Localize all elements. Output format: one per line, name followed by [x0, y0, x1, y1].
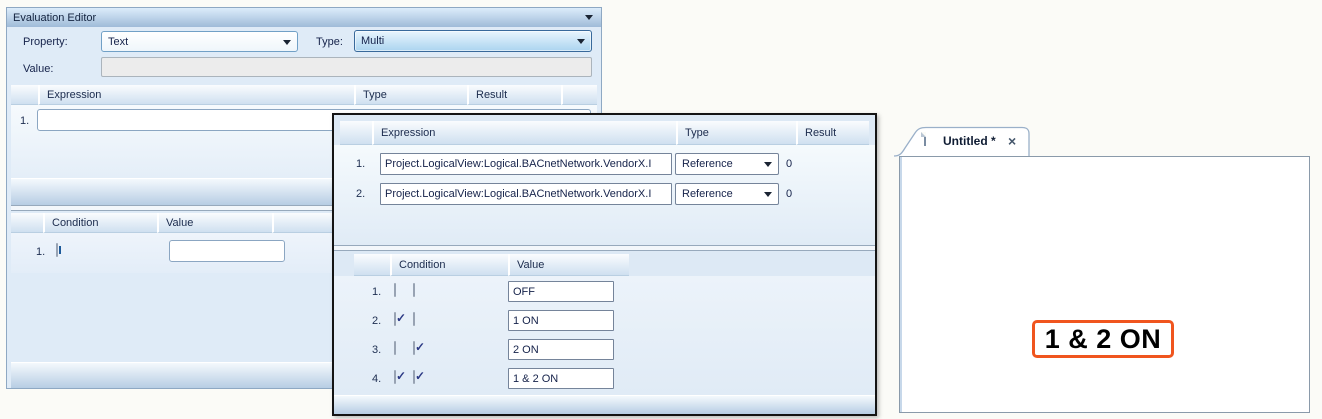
condition-checkbox-1[interactable] [394, 341, 396, 355]
condition-row: 4. [334, 367, 875, 391]
result-value: 0 [786, 188, 792, 200]
chevron-down-icon [283, 40, 291, 45]
row-number: 3. [372, 344, 381, 356]
row-number: 2. [356, 188, 365, 200]
chevron-down-icon [764, 192, 772, 197]
condition-checkbox-2[interactable] [413, 312, 415, 326]
row-number: 1. [372, 286, 381, 298]
type-label: Type: [316, 36, 343, 48]
condition-checkbox-2[interactable] [413, 283, 415, 297]
popup-condition-header: Condition Value [340, 254, 869, 276]
row-selector-header [11, 213, 43, 233]
row-number: 1. [36, 246, 45, 258]
row-number: 2. [372, 315, 381, 327]
row-selector-header [354, 254, 390, 276]
condition-checkbox-1[interactable] [394, 370, 396, 384]
condition-checkbox-1[interactable] [394, 283, 396, 297]
type-column-header[interactable]: Type [676, 121, 796, 145]
value-column-header[interactable]: Value [508, 254, 629, 276]
condition-row: 3. [334, 338, 875, 362]
evaluation-popup: Expression Type Result 1. Reference 0 2.… [332, 113, 877, 416]
result-column-header[interactable]: Result [467, 85, 561, 105]
condition-value-input[interactable] [508, 339, 614, 360]
canvas-left-edge [900, 157, 902, 412]
value-column-header[interactable]: Value [157, 213, 272, 233]
expression-input[interactable] [380, 153, 672, 175]
expression-type-value: Reference [682, 158, 733, 170]
row-selector-header [11, 85, 38, 105]
condition-checkbox[interactable] [56, 243, 58, 257]
result-column-header[interactable]: Result [796, 121, 869, 145]
value-label: Value: [23, 63, 53, 75]
type-select[interactable]: Multi [354, 30, 592, 52]
condition-checkbox-1[interactable] [394, 312, 396, 326]
expression-column-header[interactable]: Expression [38, 85, 354, 105]
document-tab[interactable]: Untitled * × [893, 126, 1035, 156]
condition-value-input[interactable] [508, 368, 614, 389]
design-canvas[interactable]: 1 & 2 ON [899, 156, 1310, 413]
property-select[interactable]: Text [101, 31, 298, 52]
multistate-label[interactable]: 1 & 2 ON [1032, 320, 1174, 358]
chevron-down-icon [577, 39, 585, 44]
expression-type-select[interactable]: Reference [675, 153, 779, 175]
tab-title: Untitled * [943, 134, 996, 148]
condition-checkbox-2[interactable] [413, 341, 415, 355]
popup-expression-header: Expression Type Result [340, 121, 869, 145]
popup-expression-body: 1. Reference 0 2. Reference 0 [334, 145, 875, 245]
splitter[interactable] [334, 245, 875, 251]
condition-column-header[interactable]: Condition [43, 213, 157, 233]
condition-column-header[interactable]: Condition [390, 254, 508, 276]
value-input[interactable] [101, 57, 592, 77]
condition-row: 2. [334, 309, 875, 333]
row-number: 4. [372, 373, 381, 385]
close-icon[interactable]: × [1008, 134, 1016, 148]
condition-value-input[interactable] [169, 240, 285, 262]
type-select-value: Multi [361, 35, 384, 47]
panel-menu-icon[interactable] [585, 15, 593, 20]
expression-table-header: Expression Type Result [11, 85, 597, 105]
chevron-down-icon [764, 162, 772, 167]
property-label: Property: [23, 36, 68, 48]
expression-type-select[interactable]: Reference [675, 183, 779, 205]
row-number: 1. [20, 115, 29, 127]
expression-input[interactable] [380, 183, 672, 205]
panel-title: Evaluation Editor [13, 12, 96, 24]
condition-value-input[interactable] [508, 310, 614, 331]
condition-checkbox-2[interactable] [413, 370, 415, 384]
panel-titlebar[interactable]: Evaluation Editor [7, 8, 601, 27]
document-icon [924, 132, 926, 146]
expression-column-header[interactable]: Expression [372, 121, 676, 145]
condition-row: 1. [334, 280, 875, 304]
condition-value-input[interactable] [508, 281, 614, 302]
condition-table-header: Condition Value [11, 213, 301, 233]
expression-type-value: Reference [682, 188, 733, 200]
result-value: 0 [786, 158, 792, 170]
row-selector-header [340, 121, 372, 145]
property-select-value: Text [108, 36, 128, 48]
filler-header [561, 85, 597, 105]
type-column-header[interactable]: Type [354, 85, 467, 105]
row-number: 1. [356, 158, 365, 170]
popup-footer [334, 395, 875, 414]
